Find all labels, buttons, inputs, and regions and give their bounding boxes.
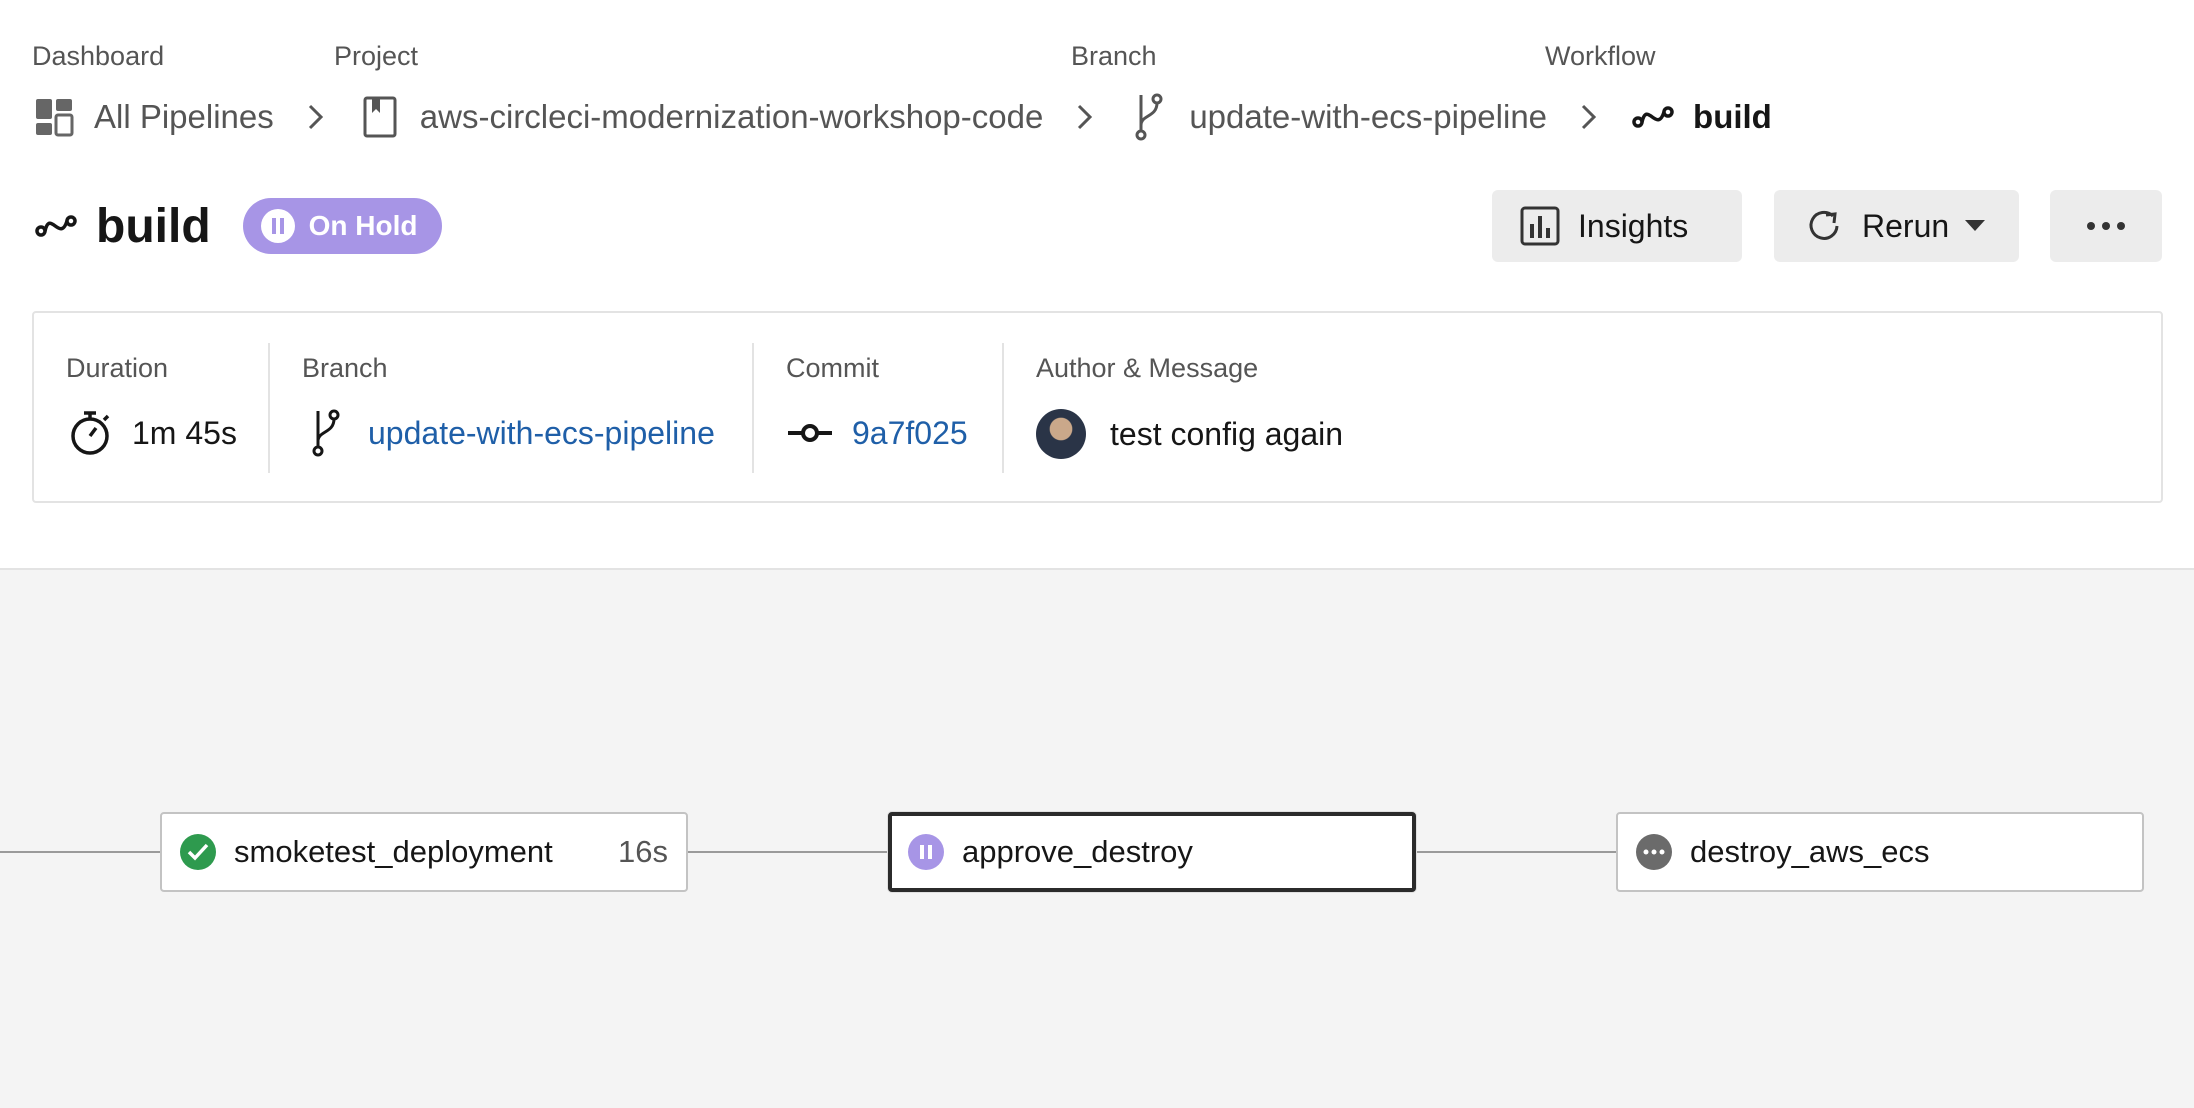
status-label: On Hold: [308, 210, 418, 241]
divider: [752, 343, 754, 473]
breadcrumb-label: All Pipelines: [94, 98, 274, 135]
branch-label: Branch: [302, 353, 388, 383]
branch-icon: [1127, 93, 1171, 141]
author-value: test config again: [1036, 409, 1343, 459]
chevron-right-icon: [296, 97, 336, 137]
caption-text: Branch: [1071, 41, 1157, 71]
author-label: Author & Message: [1036, 353, 1259, 383]
caret-down-icon: [1965, 220, 1986, 232]
more-options-button[interactable]: [2050, 190, 2162, 262]
breadcrumb-caption-branch: Branch: [1071, 40, 1157, 72]
breadcrumb-label: build: [1693, 98, 1772, 135]
insights-icon: [1518, 204, 1562, 248]
insights-label: Insights: [1578, 207, 1689, 244]
branch-link[interactable]: update-with-ecs-pipeline: [368, 415, 715, 452]
breadcrumb-label: aws-circleci-modernization-workshop-code: [419, 98, 1044, 135]
rerun-button[interactable]: Rerun: [1774, 190, 2019, 262]
repo-icon: [358, 95, 402, 139]
branch-value: update-with-ecs-pipeline: [302, 409, 715, 457]
commit-message: test config again: [1110, 415, 1344, 452]
success-icon: [180, 834, 216, 870]
workflow-info-card: Duration 1m 45s Branch update-with-ecs-p…: [32, 311, 2163, 503]
stopwatch-icon: [66, 409, 114, 457]
branch-icon: [302, 409, 350, 457]
avatar: [1036, 409, 1086, 459]
chevron-right-icon: [1569, 97, 1609, 137]
breadcrumb: All Pipelines aws-circleci-modernization…: [32, 92, 1772, 142]
breadcrumb-branch[interactable]: update-with-ecs-pipeline: [1127, 93, 1548, 141]
breadcrumb-caption-workflow: Workflow: [1545, 40, 1656, 72]
job-name: approve_destroy: [962, 834, 1193, 869]
workflow-icon: [1631, 95, 1675, 139]
dashboard-icon: [32, 95, 76, 139]
workflow-icon: [32, 202, 80, 250]
graph-edge: [686, 851, 890, 853]
duration-text: 1m 45s: [132, 414, 237, 451]
duration-value: 1m 45s: [66, 409, 237, 457]
pause-icon: [260, 209, 295, 243]
divider: [268, 343, 270, 473]
caption-text: Dashboard: [32, 41, 165, 71]
caption-text: Workflow: [1545, 41, 1656, 71]
graph-edge: [0, 851, 162, 853]
more-icon: [2086, 221, 2126, 231]
job-smoketest-deployment[interactable]: smoketest_deployment 16s: [160, 812, 688, 892]
chevron-right-icon: [1065, 97, 1105, 137]
duration-label: Duration: [66, 353, 169, 383]
breadcrumb-all-pipelines[interactable]: All Pipelines: [32, 95, 274, 139]
rerun-label: Rerun: [1862, 207, 1950, 244]
not-run-icon: [1636, 834, 1672, 870]
job-duration: 16s: [618, 834, 668, 869]
status-badge: On Hold: [242, 198, 442, 254]
job-approve-destroy[interactable]: approve_destroy: [888, 812, 1416, 892]
job-name: smoketest_deployment: [234, 834, 553, 869]
caption-text: Project: [334, 41, 419, 71]
breadcrumb-workflow: build: [1631, 95, 1772, 139]
pause-icon: [908, 834, 944, 870]
commit-label: Commit: [786, 353, 879, 383]
breadcrumb-caption-dashboard: Dashboard: [32, 40, 164, 72]
commit-link[interactable]: 9a7f025: [852, 415, 968, 452]
workflow-graph[interactable]: smoketest_deployment 16s approve_destroy…: [0, 568, 2194, 1108]
breadcrumb-project[interactable]: aws-circleci-modernization-workshop-code: [358, 95, 1044, 139]
page-title: build: [96, 199, 211, 253]
graph-edge: [1414, 851, 1618, 853]
workflow-header: build On Hold: [32, 196, 442, 256]
commit-icon: [786, 409, 834, 457]
commit-value: 9a7f025: [786, 409, 968, 457]
job-destroy-aws-ecs[interactable]: destroy_aws_ecs: [1616, 812, 2144, 892]
refresh-icon: [1802, 204, 1846, 248]
divider: [1002, 343, 1004, 473]
breadcrumb-label: update-with-ecs-pipeline: [1189, 98, 1548, 135]
job-name: destroy_aws_ecs: [1690, 834, 1930, 869]
breadcrumb-caption-project: Project: [334, 40, 418, 72]
insights-button[interactable]: Insights: [1492, 190, 1742, 262]
